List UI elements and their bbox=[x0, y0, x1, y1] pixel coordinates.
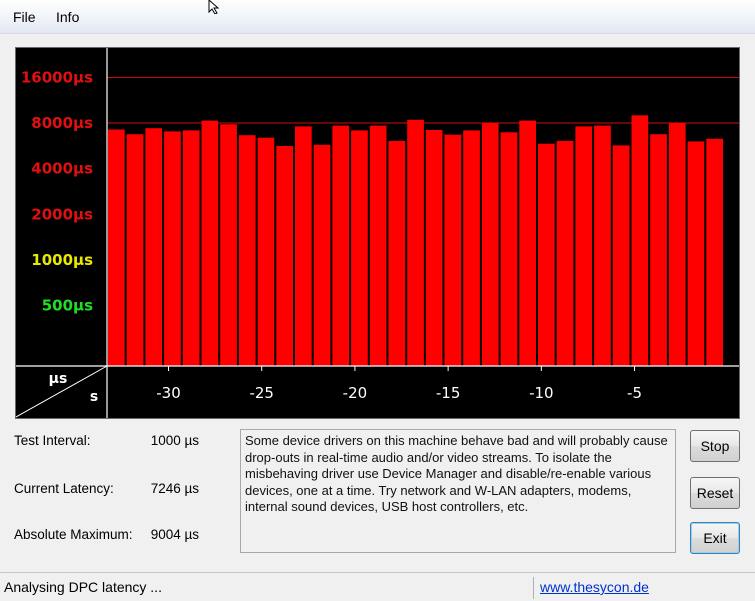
latency-bar bbox=[538, 143, 555, 366]
latency-bar bbox=[556, 140, 574, 366]
status-bar: Analysing DPC latency ... www.thesycon.d… bbox=[0, 572, 755, 601]
latency-bar bbox=[145, 128, 163, 366]
latency-bar bbox=[276, 146, 293, 366]
menu-bar: File Info bbox=[0, 0, 755, 34]
latency-bar bbox=[575, 126, 593, 367]
reset-button[interactable]: Reset bbox=[690, 477, 740, 509]
diagnostic-message: Some device drivers on this machine beha… bbox=[240, 429, 676, 553]
y-tick-label: 16000µs bbox=[21, 68, 93, 86]
latency-bar bbox=[444, 134, 462, 366]
latency-bar bbox=[351, 130, 368, 366]
test-interval-label: Test Interval: bbox=[14, 433, 91, 448]
latency-bar bbox=[407, 119, 424, 366]
latency-chart-svg: 16000µs 8000µs 4000µs 2000µs 1000µs 500µs -30 -… bbox=[16, 48, 739, 418]
test-interval-value: 1000 µs bbox=[150, 433, 199, 448]
latency-bar bbox=[182, 130, 200, 366]
x-tick-label: -25 bbox=[249, 384, 274, 402]
latency-bar bbox=[108, 129, 125, 366]
latency-bar bbox=[500, 132, 518, 366]
latency-bar bbox=[313, 144, 331, 366]
latency-bar bbox=[612, 145, 630, 366]
latency-bar bbox=[257, 137, 275, 366]
x-tick-label: -20 bbox=[343, 384, 368, 402]
y-tick-label: 2000µs bbox=[31, 205, 93, 223]
latency-bar bbox=[706, 138, 723, 366]
y-unit-label: µs bbox=[49, 371, 68, 387]
latency-bar bbox=[220, 124, 237, 366]
latency-bar bbox=[201, 120, 219, 366]
x-tick-label: -15 bbox=[436, 384, 461, 402]
latency-bar bbox=[388, 140, 406, 366]
latency-bar bbox=[369, 125, 387, 366]
current-latency-value: 7246 µs bbox=[150, 481, 199, 496]
latency-bar bbox=[481, 123, 499, 366]
latency-bar bbox=[126, 134, 144, 366]
y-tick-label: 1000µs bbox=[31, 251, 93, 269]
mouse-cursor-icon bbox=[208, 0, 220, 14]
x-unit-label: s bbox=[90, 389, 98, 405]
latency-bar bbox=[594, 125, 611, 366]
absolute-maximum-label: Absolute Maximum: bbox=[14, 527, 133, 542]
status-separator bbox=[533, 577, 534, 599]
y-tick-label: 500µs bbox=[42, 297, 93, 315]
menu-info[interactable]: Info bbox=[56, 9, 79, 25]
latency-bar bbox=[425, 130, 443, 366]
status-text: Analysing DPC latency ... bbox=[4, 579, 162, 595]
latency-bar bbox=[238, 135, 256, 366]
latency-bar bbox=[650, 134, 667, 366]
x-tick-label: -5 bbox=[627, 384, 642, 402]
stop-button[interactable]: Stop bbox=[690, 430, 740, 462]
exit-button[interactable]: Exit bbox=[690, 522, 740, 554]
latency-bar bbox=[164, 131, 181, 366]
latency-bar bbox=[519, 120, 536, 366]
x-tick-label: -30 bbox=[156, 384, 181, 402]
latency-bar bbox=[631, 115, 649, 366]
latency-chart: 16000µs 8000µs 4000µs 2000µs 1000µs 500µs -30 -… bbox=[15, 47, 740, 419]
absolute-maximum-value: 9004 µs bbox=[150, 527, 199, 542]
latency-bar bbox=[687, 141, 705, 366]
latency-bar bbox=[463, 130, 480, 366]
website-link[interactable]: www.thesycon.de bbox=[540, 579, 649, 595]
current-latency-label: Current Latency: bbox=[14, 481, 114, 496]
latency-bar bbox=[295, 126, 312, 367]
y-tick-label: 4000µs bbox=[31, 160, 93, 178]
latency-bar bbox=[668, 123, 686, 366]
latency-bar bbox=[332, 125, 350, 366]
x-tick-label: -10 bbox=[529, 384, 554, 402]
menu-file[interactable]: File bbox=[13, 9, 36, 25]
y-tick-label: 8000µs bbox=[31, 114, 93, 132]
